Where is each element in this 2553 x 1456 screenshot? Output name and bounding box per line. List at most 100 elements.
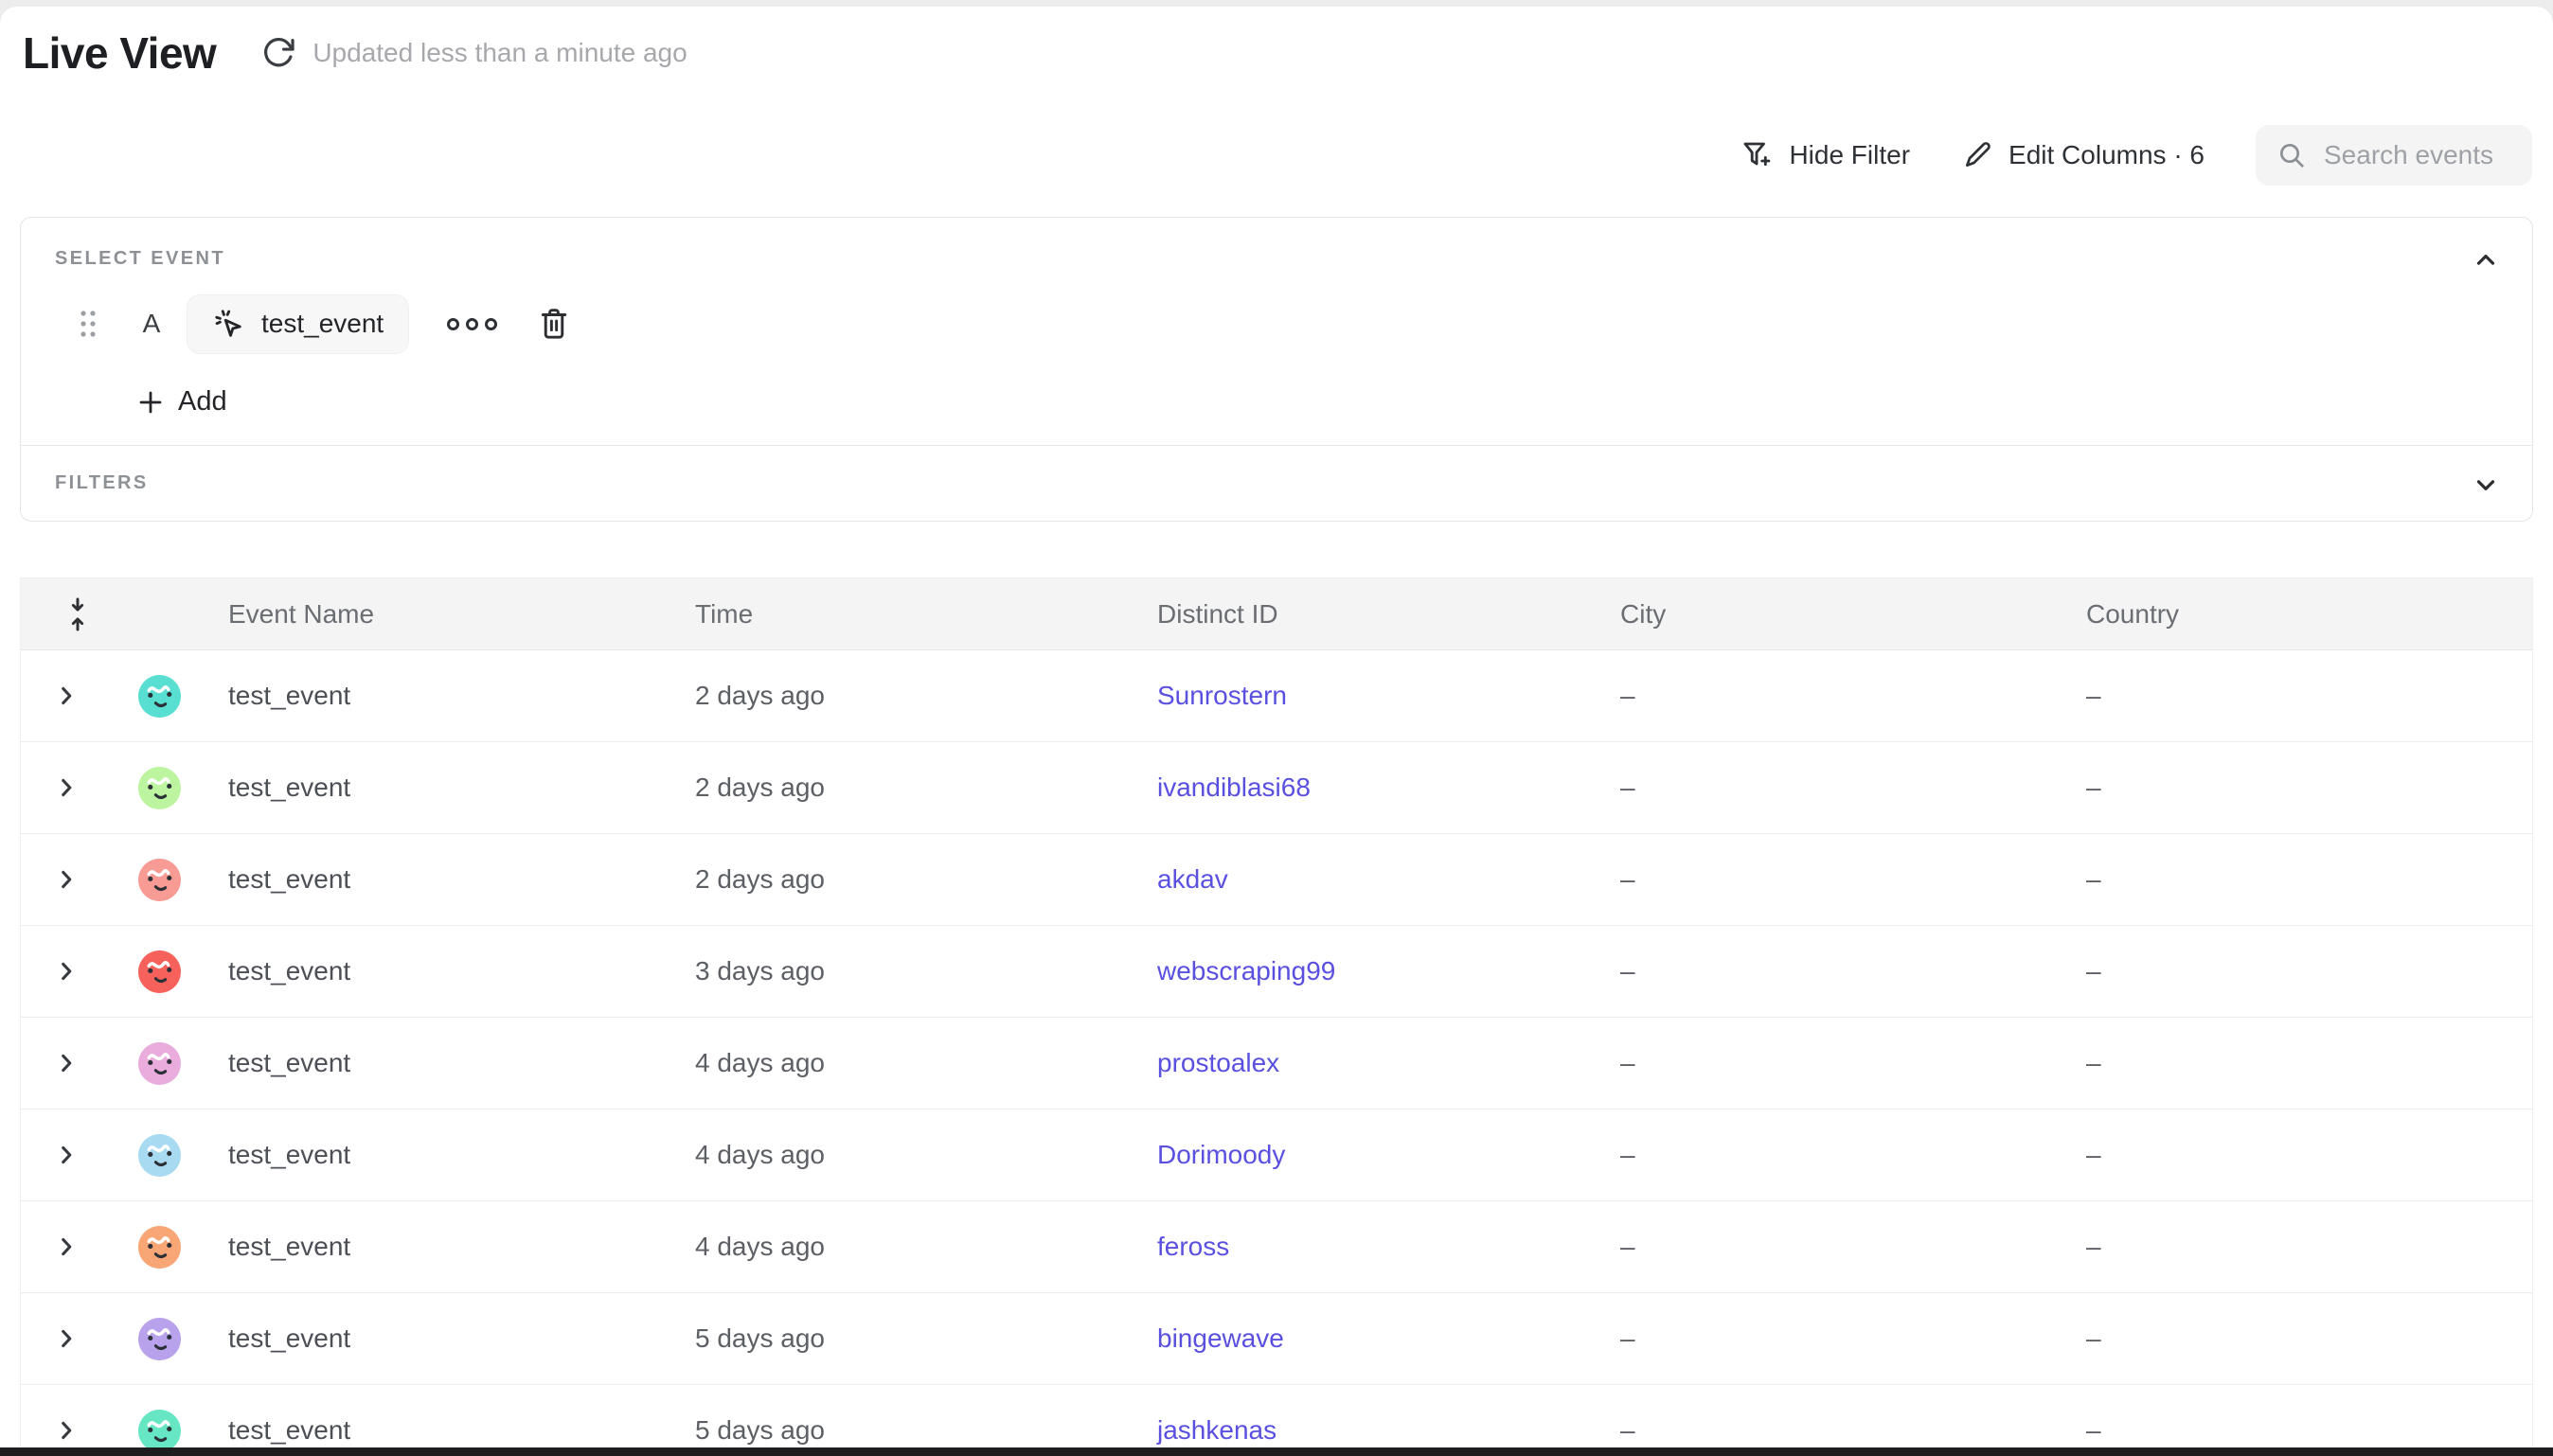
table-body: test_event 2 days ago Sunrostern – –	[21, 650, 2532, 1456]
event-name-cell: test_event	[206, 1140, 673, 1170]
distinct-id-link[interactable]: Sunrostern	[1157, 681, 1287, 710]
event-name-cell: test_event	[206, 956, 673, 986]
expand-row-button[interactable]	[21, 1234, 112, 1259]
time-cell: 4 days ago	[673, 1232, 1135, 1262]
distinct-id-link[interactable]: akdav	[1157, 864, 1228, 894]
table-row: test_event 4 days ago Dorimoody – –	[21, 1110, 2532, 1201]
refresh-button[interactable]	[258, 32, 299, 74]
collapse-all-rows-button[interactable]	[21, 595, 112, 633]
time-cell: 5 days ago	[673, 1323, 1135, 1354]
country-cell: –	[2064, 864, 2532, 895]
distinct-id-link[interactable]: bingewave	[1157, 1323, 1284, 1353]
country-cell: –	[2064, 1140, 2532, 1170]
event-selector-button[interactable]: test_event	[187, 294, 409, 354]
add-event-button[interactable]: Add	[129, 379, 235, 425]
city-cell: –	[1598, 956, 2064, 986]
expand-row-button[interactable]	[21, 1051, 112, 1075]
search-events-box[interactable]	[2256, 125, 2532, 186]
column-header-country[interactable]: Country	[2064, 599, 2532, 630]
expand-row-button[interactable]	[21, 1326, 112, 1351]
expand-filters-button[interactable]	[2472, 471, 2500, 499]
event-name-cell: test_event	[206, 1232, 673, 1262]
select-event-section: SELECT EVENT	[21, 218, 2532, 445]
collapse-select-event-button[interactable]	[2472, 246, 2500, 275]
chevron-right-icon	[54, 1051, 79, 1075]
user-avatar[interactable]	[138, 675, 181, 718]
event-name-cell: test_event	[206, 681, 673, 711]
chevron-right-icon	[54, 867, 79, 892]
user-avatar[interactable]	[138, 1042, 181, 1085]
country-cell: –	[2064, 681, 2532, 711]
expand-row-button[interactable]	[21, 867, 112, 892]
city-cell: –	[1598, 1140, 2064, 1170]
distinct-id-link[interactable]: prostoalex	[1157, 1048, 1279, 1077]
drag-handle[interactable]	[75, 306, 101, 342]
time-cell: 4 days ago	[673, 1140, 1135, 1170]
event-name-cell: test_event	[206, 1415, 673, 1446]
trash-icon	[537, 306, 571, 342]
distinct-id-link[interactable]: feross	[1157, 1232, 1229, 1261]
search-icon	[2276, 140, 2307, 170]
table-row: test_event 5 days ago bingewave – –	[21, 1293, 2532, 1385]
column-header-time[interactable]: Time	[673, 599, 1135, 630]
expand-row-button[interactable]	[21, 684, 112, 708]
time-cell: 4 days ago	[673, 1048, 1135, 1078]
distinct-id-link[interactable]: jashkenas	[1157, 1415, 1276, 1445]
updated-status: Updated less than a minute ago	[312, 38, 687, 68]
city-cell: –	[1598, 1232, 2064, 1262]
user-avatar[interactable]	[138, 1134, 181, 1177]
expand-row-button[interactable]	[21, 959, 112, 984]
city-cell: –	[1598, 772, 2064, 803]
user-avatar[interactable]	[138, 1410, 181, 1452]
event-name-cell: test_event	[206, 1323, 673, 1354]
chevron-right-icon	[54, 684, 79, 708]
edit-columns-label: Edit Columns · 6	[2008, 140, 2205, 170]
event-letter: A	[139, 309, 164, 339]
expand-row-button[interactable]	[21, 1143, 112, 1167]
expand-row-button[interactable]	[21, 775, 112, 800]
table-row: test_event 2 days ago akdav – –	[21, 834, 2532, 926]
column-header-distinct-id[interactable]: Distinct ID	[1135, 599, 1598, 630]
country-cell: –	[2064, 956, 2532, 986]
expand-row-button[interactable]	[21, 1418, 112, 1443]
chevron-up-icon	[2472, 246, 2500, 275]
hide-filter-button[interactable]: Hide Filter	[1740, 138, 1910, 172]
country-cell: –	[2064, 1048, 2532, 1078]
user-avatar[interactable]	[138, 767, 181, 809]
distinct-id-link[interactable]: Dorimoody	[1157, 1140, 1285, 1169]
city-cell: –	[1598, 681, 2064, 711]
table-row: test_event 4 days ago prostoalex – –	[21, 1018, 2532, 1110]
chevron-right-icon	[54, 959, 79, 984]
distinct-id-link[interactable]: webscraping99	[1157, 956, 1335, 985]
user-avatar[interactable]	[138, 1318, 181, 1360]
more-options-icon	[447, 318, 459, 330]
country-cell: –	[2064, 1415, 2532, 1446]
user-avatar[interactable]	[138, 859, 181, 901]
delete-event-button[interactable]	[531, 300, 577, 347]
page-header: Live View Updated less than a minute ago	[23, 27, 687, 79]
city-cell: –	[1598, 1415, 2064, 1446]
search-events-input[interactable]	[2324, 140, 2513, 170]
select-event-label: SELECT EVENT	[55, 248, 225, 270]
column-header-city[interactable]: City	[1598, 599, 2064, 630]
table-row: test_event 2 days ago ivandiblasi68 – –	[21, 742, 2532, 834]
edit-columns-button[interactable]: Edit Columns · 6	[1961, 139, 2205, 171]
filters-label: FILTERS	[55, 472, 149, 494]
chevron-right-icon	[54, 1143, 79, 1167]
user-avatar[interactable]	[138, 950, 181, 993]
city-cell: –	[1598, 864, 2064, 895]
main-content: Live View Updated less than a minute ago…	[0, 7, 2553, 1456]
user-avatar[interactable]	[138, 1226, 181, 1269]
page-title: Live View	[23, 27, 216, 79]
column-header-event-name[interactable]: Event Name	[206, 599, 673, 630]
event-name-cell: test_event	[206, 864, 673, 895]
hide-filter-label: Hide Filter	[1789, 140, 1910, 170]
time-cell: 2 days ago	[673, 772, 1135, 803]
city-cell: –	[1598, 1323, 2064, 1354]
event-more-options-button[interactable]	[437, 309, 507, 340]
time-cell: 2 days ago	[673, 681, 1135, 711]
add-label: Add	[178, 386, 227, 417]
filters-section[interactable]: FILTERS	[21, 446, 2532, 522]
events-table: Event Name Time Distinct ID City Country	[20, 577, 2533, 1456]
distinct-id-link[interactable]: ivandiblasi68	[1157, 772, 1311, 802]
